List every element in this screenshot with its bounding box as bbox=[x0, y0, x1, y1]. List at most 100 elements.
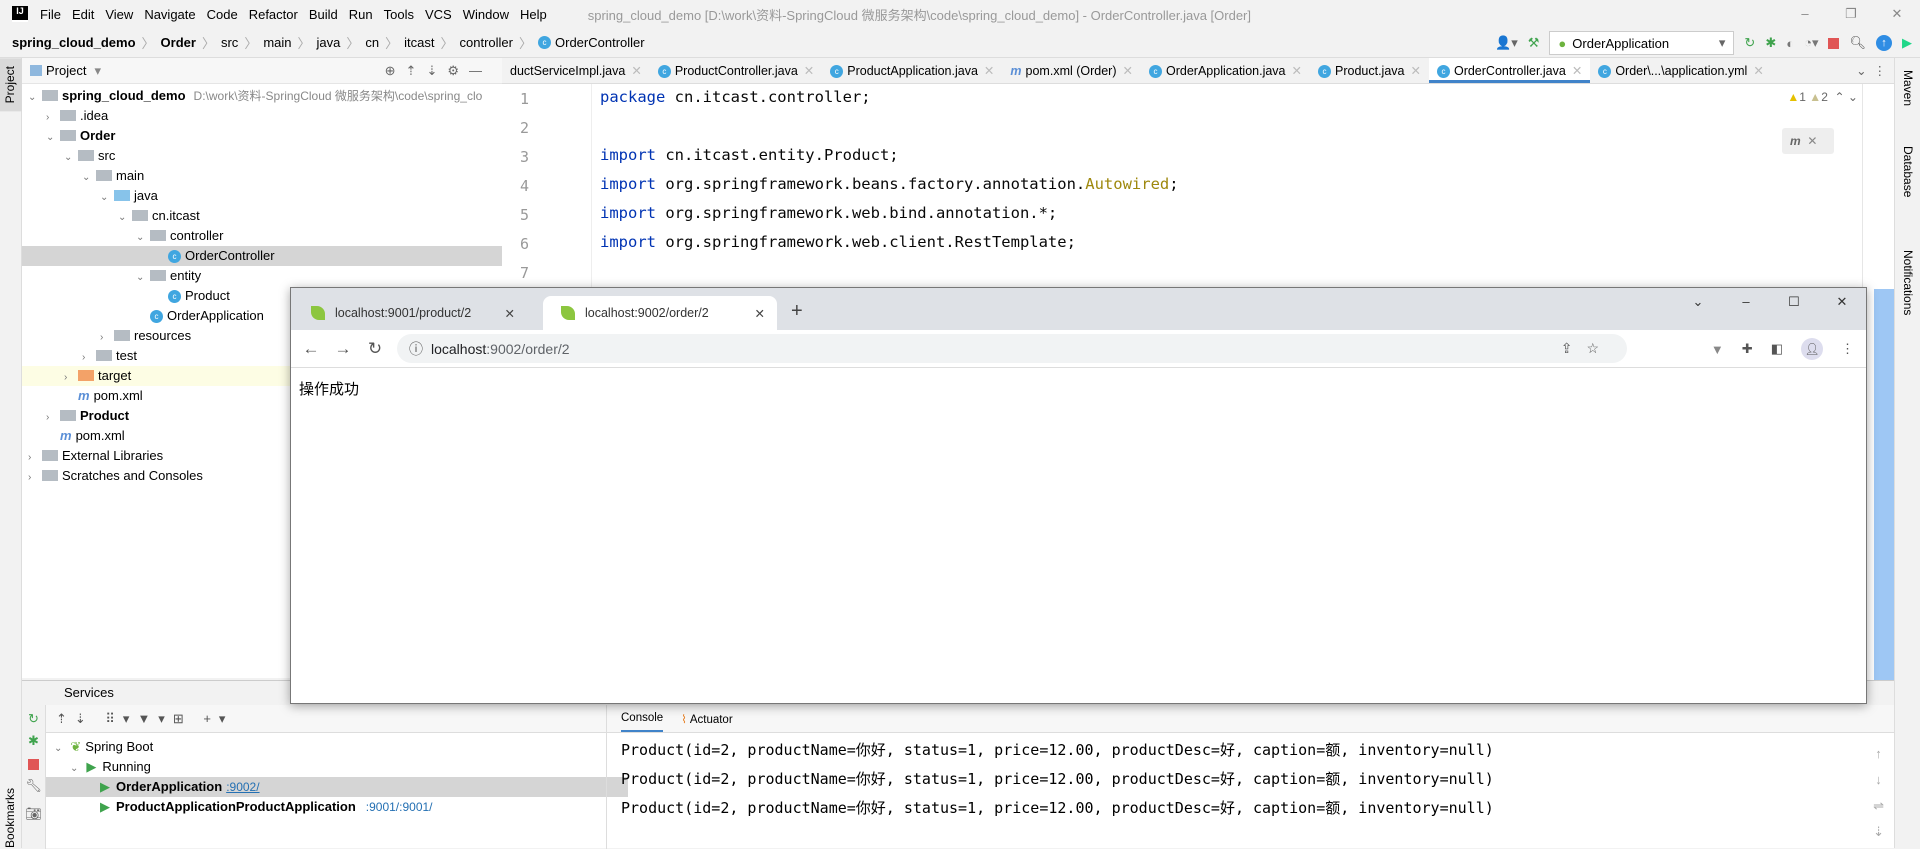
breadcrumb-item[interactable]: controller bbox=[460, 35, 513, 50]
close-tab-icon[interactable]: ✕ bbox=[1292, 64, 1302, 78]
close-button[interactable]: ✕ bbox=[1874, 0, 1920, 28]
debug-icon[interactable]: ✱ bbox=[22, 733, 45, 749]
menu-file[interactable]: File bbox=[40, 7, 61, 22]
editor-tab[interactable]: c Order\...\application.yml ✕ bbox=[1590, 58, 1771, 83]
bookmarks-tool-button[interactable]: Bookmarks bbox=[3, 788, 17, 848]
menu-tools[interactable]: Tools bbox=[384, 7, 414, 22]
breadcrumb-item[interactable]: cn bbox=[365, 35, 379, 50]
share-bookmark-icons[interactable]: ⇪☆ bbox=[1561, 340, 1613, 357]
breadcrumb-item[interactable]: spring_cloud_demo bbox=[12, 35, 136, 50]
console-tab-console[interactable]: Console bbox=[621, 706, 664, 732]
editor-tab[interactable]: c Product.java ✕ bbox=[1310, 58, 1429, 83]
tab-search-button[interactable]: ⌄ bbox=[1674, 288, 1722, 316]
service-item[interactable]: ⌄ ▶ Running bbox=[46, 757, 628, 777]
tool-window-database[interactable]: Database bbox=[1901, 146, 1915, 197]
close-tab-icon[interactable]: ✕ bbox=[505, 306, 515, 321]
tree-item[interactable]: ⌄ cn.itcast bbox=[22, 206, 502, 226]
editor-tab[interactable]: c OrderApplication.java ✕ bbox=[1141, 58, 1310, 83]
build-hammer-icon[interactable]: ⚒ bbox=[1528, 35, 1540, 51]
close-tab-icon[interactable]: ✕ bbox=[804, 64, 814, 78]
run-config-select[interactable]: ● OrderApplication ▾ bbox=[1549, 31, 1735, 55]
maximize-button[interactable]: ☐ bbox=[1770, 288, 1818, 316]
menu-help[interactable]: Help bbox=[520, 7, 547, 22]
chevron-down-icon[interactable]: ⌄ bbox=[100, 188, 114, 208]
tree-item[interactable]: ⌄ java bbox=[22, 186, 502, 206]
service-port-link[interactable]: :9002/ bbox=[226, 780, 259, 794]
service-port-link[interactable]: :9001/:9001/ bbox=[366, 800, 433, 814]
close-tab-icon[interactable]: ✕ bbox=[1753, 64, 1763, 78]
back-button[interactable]: ← bbox=[295, 339, 327, 359]
tree-item[interactable]: c OrderController bbox=[22, 246, 502, 266]
chevron-right-icon[interactable]: › bbox=[100, 328, 114, 348]
browser-menu-icon[interactable]: ⋮ bbox=[1841, 341, 1854, 357]
close-tab-icon[interactable]: ✕ bbox=[755, 306, 765, 321]
tree-item[interactable]: ⌄ Order bbox=[22, 126, 502, 146]
close-tab-icon[interactable]: ✕ bbox=[1572, 64, 1582, 78]
forward-button[interactable]: → bbox=[327, 339, 359, 359]
minimize-button[interactable]: – bbox=[1722, 288, 1770, 316]
tree-item[interactable]: › .idea bbox=[22, 106, 502, 126]
close-tab-icon[interactable]: ✕ bbox=[1410, 64, 1420, 78]
tree-item[interactable]: ⌄ main bbox=[22, 166, 502, 186]
console-tab-actuator[interactable]: ⌇ Actuator bbox=[681, 712, 732, 726]
profile-avatar[interactable]: 👤︎ bbox=[1801, 338, 1823, 360]
browser-tab[interactable]: localhost:9002/order/2 ✕ bbox=[543, 296, 777, 330]
tool-window-maven[interactable]: Maven bbox=[1901, 70, 1915, 106]
stop-icon[interactable] bbox=[28, 759, 39, 770]
debug-icon[interactable]: ✱ bbox=[1765, 35, 1776, 51]
breadcrumb-item[interactable]: main bbox=[263, 35, 291, 50]
screenshot-camera-icon[interactable]: 📷︎ bbox=[22, 806, 45, 822]
menu-view[interactable]: View bbox=[105, 7, 133, 22]
close-tab-icon[interactable]: ✕ bbox=[984, 64, 994, 78]
close-tab-icon[interactable]: ✕ bbox=[631, 64, 641, 78]
tree-item[interactable]: ⌄ entity bbox=[22, 266, 502, 286]
chevron-right-icon[interactable]: › bbox=[46, 408, 60, 428]
menu-build[interactable]: Build bbox=[309, 7, 338, 22]
menu-vcs[interactable]: VCS bbox=[425, 7, 452, 22]
update-icon[interactable]: ↑ bbox=[1876, 35, 1892, 51]
breadcrumb-item[interactable]: OrderController bbox=[555, 35, 645, 50]
project-view-select[interactable]: Project bbox=[46, 63, 86, 78]
breadcrumb-item[interactable]: itcast bbox=[404, 35, 434, 50]
menu-refactor[interactable]: Refactor bbox=[249, 7, 298, 22]
console-side-toolbar[interactable]: ↑ ↓ ⇌ ⇣ bbox=[1873, 741, 1884, 845]
editor-tab[interactable]: m pom.xml (Order) ✕ bbox=[1002, 58, 1141, 83]
editor-tab[interactable]: c ProductController.java ✕ bbox=[650, 58, 822, 83]
jetbrains-icon[interactable]: ▶ bbox=[1902, 35, 1912, 51]
stop-icon[interactable] bbox=[1828, 37, 1840, 49]
project-tool-button[interactable]: Project bbox=[0, 58, 22, 112]
editor-tab[interactable]: c ProductApplication.java ✕ bbox=[822, 58, 1002, 83]
editor-scrollbar[interactable] bbox=[1874, 289, 1894, 680]
address-bar[interactable]: ⓘ localhost:9002/order/2 ⇪☆ bbox=[397, 334, 1627, 363]
search-icon[interactable]: 🔍︎ bbox=[1849, 35, 1866, 51]
minimize-button[interactable]: – bbox=[1782, 0, 1828, 28]
new-tab-button[interactable]: + bbox=[791, 300, 803, 323]
chevron-down-icon[interactable]: ⌄ bbox=[54, 743, 62, 754]
menu-window[interactable]: Window bbox=[463, 7, 509, 22]
breadcrumb-item[interactable]: src bbox=[221, 35, 238, 50]
menu-edit[interactable]: Edit bbox=[72, 7, 94, 22]
extensions-puzzle-icon[interactable]: ✚ bbox=[1742, 341, 1753, 357]
chevron-right-icon[interactable]: › bbox=[82, 348, 96, 368]
site-info-icon[interactable]: ⓘ bbox=[409, 339, 423, 359]
inspection-widget[interactable]: ▲1 ▲2 ⌃ ⌄ bbox=[1787, 90, 1858, 104]
close-button[interactable]: ✕ bbox=[1818, 288, 1866, 316]
chevron-down-icon[interactable]: ⌄ bbox=[28, 88, 42, 108]
vue-devtools-icon[interactable]: ▼ bbox=[1711, 342, 1724, 357]
breadcrumb-item[interactable]: java bbox=[317, 35, 341, 50]
chevron-right-icon[interactable]: › bbox=[64, 368, 78, 388]
reload-button[interactable]: ↻ bbox=[359, 339, 391, 359]
chevron-right-icon[interactable]: › bbox=[28, 468, 42, 488]
coverage-icon[interactable]: ◐ bbox=[1786, 36, 1794, 51]
breadcrumb-item[interactable]: Order bbox=[161, 35, 196, 50]
maven-reload-popup[interactable]: m ✕ bbox=[1782, 128, 1834, 154]
services-toolbar[interactable]: ⇡⇣ ⠿▾▼▾⊞ +▾ bbox=[46, 705, 628, 733]
chevron-down-icon[interactable]: ⌄ bbox=[82, 168, 96, 188]
restore-button[interactable]: ❐ bbox=[1828, 0, 1874, 28]
tree-item[interactable]: ⌄ src bbox=[22, 146, 502, 166]
service-item[interactable]: ▶ OrderApplication:9002/ bbox=[46, 777, 628, 797]
menu-navigate[interactable]: Navigate bbox=[144, 7, 195, 22]
project-panel-actions[interactable]: ⊕⇡⇣⚙— bbox=[385, 63, 492, 79]
settings-wrench-icon[interactable]: 🔧︎ bbox=[22, 778, 45, 794]
menu-run[interactable]: Run bbox=[349, 7, 373, 22]
